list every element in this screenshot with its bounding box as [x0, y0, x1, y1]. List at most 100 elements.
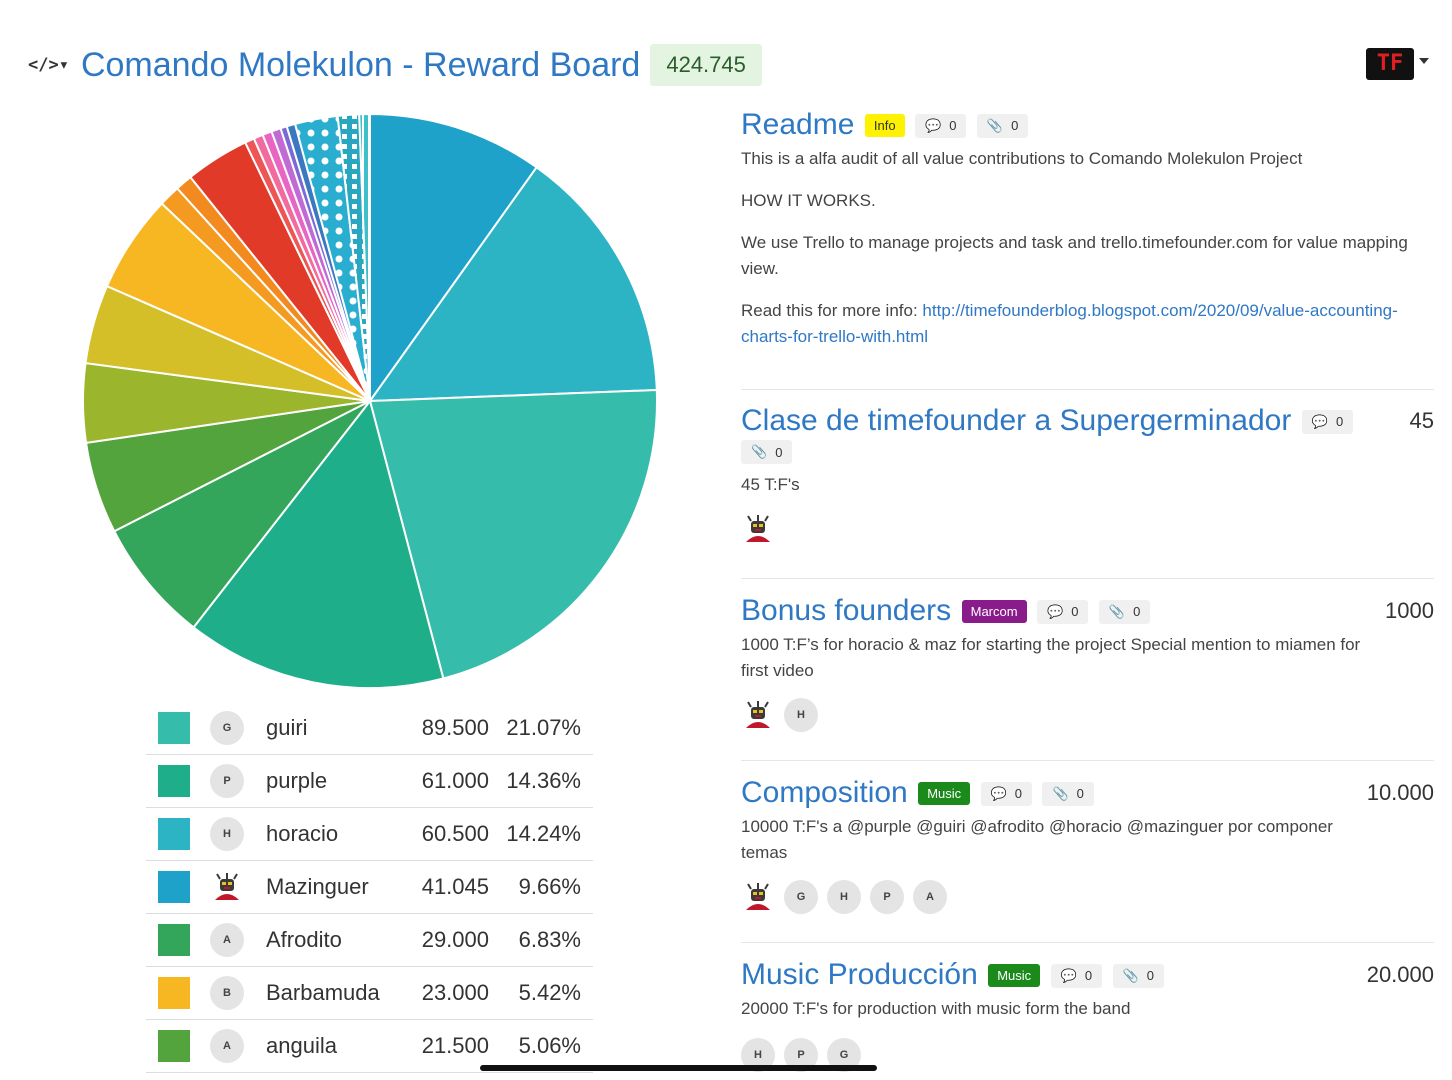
paperclip-icon: 📎: [751, 444, 768, 459]
attachment-count-value: 0: [1076, 786, 1084, 802]
legend-swatch: [158, 818, 190, 850]
robot-avatar-icon[interactable]: [741, 512, 775, 546]
comment-count-value: 0: [1335, 414, 1344, 430]
member-avatars: H: [741, 698, 1434, 732]
card-points: 45: [1409, 408, 1434, 433]
legend-percent: 9.66%: [518, 874, 581, 899]
card-description: HOW IT WORKS.: [741, 191, 876, 210]
avatar: A: [210, 1029, 244, 1063]
board-title[interactable]: Comando Molekulon - Reward Board: [81, 46, 640, 85]
chevron-down-icon[interactable]: [1419, 58, 1429, 64]
paperclip-icon: 📎: [1122, 967, 1139, 983]
legend-row[interactable]: G guiri 89.500 21.07%: [146, 702, 593, 755]
card-points: 1000: [1385, 598, 1434, 623]
robot-avatar-icon[interactable]: [741, 880, 775, 914]
comment-icon: 💬: [1311, 413, 1328, 429]
comment-count[interactable]: 💬 0: [1050, 963, 1103, 988]
legend-value: 41.045: [421, 874, 489, 899]
legend-value: 29.000: [421, 927, 489, 952]
robot-avatar-icon[interactable]: [741, 698, 775, 732]
comment-count[interactable]: 💬 0: [915, 113, 967, 138]
card-points: 20.000: [1366, 962, 1434, 987]
divider: [741, 578, 1434, 579]
card-title[interactable]: Composition: [741, 776, 908, 809]
card-title[interactable]: Bonus founders: [741, 594, 951, 627]
avatar: A: [210, 923, 244, 957]
card-description: Read this for more info: http://timefoun…: [741, 298, 1434, 350]
legend-row[interactable]: Mazinguer 41.045 9.66%: [146, 861, 593, 914]
card-description: 45 T:F's: [741, 475, 800, 494]
total-badge: 424.745: [650, 44, 762, 86]
avatar: P: [210, 764, 244, 798]
comment-count[interactable]: 💬 0: [980, 781, 1033, 806]
label-badge: Music: [918, 782, 971, 806]
comment-count-value: 0: [949, 118, 957, 134]
code-embed-icon[interactable]: </>▾: [28, 55, 69, 75]
attachment-count-value: 0: [1133, 604, 1141, 620]
divider: [741, 760, 1434, 761]
legend-name: anguila: [266, 1033, 337, 1058]
attachment-count[interactable]: 📎 0: [976, 113, 1029, 138]
attachment-count[interactable]: 📎 0: [741, 440, 793, 464]
legend-swatch: [158, 1030, 190, 1062]
comment-count[interactable]: 💬 0: [1037, 599, 1089, 624]
legend-swatch: [158, 871, 190, 903]
legend-percent: 5.06%: [518, 1033, 581, 1058]
legend-value: 61.000: [421, 768, 489, 793]
card-title[interactable]: Clase de timefounder a Supergerminador: [741, 404, 1291, 437]
avatar: H: [210, 817, 244, 851]
avatar[interactable]: H: [784, 698, 818, 732]
legend-value: 60.500: [421, 821, 489, 846]
legend-row[interactable]: H horacio 60.500 14.24%: [146, 808, 593, 861]
comment-count-value: 0: [1084, 968, 1093, 984]
attachment-count[interactable]: 📎 0: [1098, 599, 1151, 624]
avatar[interactable]: P: [870, 880, 904, 914]
member-avatars: G H P A: [741, 880, 1434, 914]
paperclip-icon: 📎: [986, 117, 1004, 133]
comment-icon: 💬: [1047, 603, 1064, 619]
attachment-count-value: 0: [1146, 968, 1154, 984]
legend-row[interactable]: P purple 61.000 14.36%: [146, 755, 593, 808]
avatar[interactable]: H: [827, 880, 861, 914]
legend-swatch: [158, 712, 190, 744]
legend-swatch: [158, 924, 190, 956]
legend-percent: 6.83%: [518, 927, 581, 952]
attachment-count[interactable]: 📎 0: [1042, 781, 1094, 806]
home-indicator[interactable]: [480, 1065, 877, 1071]
avatar: B: [210, 976, 244, 1010]
paperclip-icon: 📎: [1052, 785, 1069, 801]
attachment-count[interactable]: 📎 0: [1112, 963, 1164, 988]
task-card: 45 Clase de timefounder a Supergerminado…: [741, 404, 1434, 546]
legend-value: 23.000: [421, 980, 489, 1005]
card-title[interactable]: Music Producción: [741, 958, 978, 991]
legend-row[interactable]: A Afrodito 29.000 6.83%: [146, 914, 593, 967]
avatar[interactable]: G: [784, 880, 818, 914]
comment-count[interactable]: 💬 0: [1301, 409, 1354, 434]
card-description: 10000 T:F's a @purple @guiri @afrodito @…: [741, 817, 1333, 862]
card-points: 10.000: [1366, 780, 1434, 805]
legend-row[interactable]: B Barbamuda 23.000 5.42%: [146, 967, 593, 1020]
task-card: 20.000 Music Producción Music 💬 0 📎 0 2000…: [741, 958, 1434, 1072]
member-avatars: [741, 512, 1434, 546]
legend-name: Mazinguer: [266, 874, 369, 899]
comment-icon: 💬: [925, 117, 942, 133]
task-card: 10.000 Composition Music 💬 0 📎 0 10000 T:F…: [741, 776, 1434, 914]
board-header: </>▾ Comando Molekulon - Reward Board 42…: [28, 40, 762, 90]
paperclip-icon: 📎: [1108, 603, 1126, 619]
avatar[interactable]: A: [913, 880, 947, 914]
legend-name: purple: [266, 768, 328, 793]
legend-percent: 5.42%: [518, 980, 581, 1005]
legend-swatch: [158, 977, 190, 1009]
comment-icon: 💬: [990, 785, 1007, 801]
avatar: G: [210, 711, 244, 745]
timefounder-logo[interactable]: TF: [1366, 48, 1414, 80]
label-badge: Info: [864, 114, 905, 138]
attachment-count-value: 0: [1011, 118, 1019, 134]
legend-name: Afrodito: [266, 927, 342, 952]
legend-value: 21.500: [421, 1033, 489, 1058]
reward-pie-chart[interactable]: [80, 112, 660, 692]
legend-percent: 14.36%: [506, 768, 581, 793]
card-description: We use Trello to manage projects and tas…: [741, 233, 1408, 278]
card-title[interactable]: Readme: [741, 108, 854, 141]
legend-swatch: [158, 765, 190, 797]
